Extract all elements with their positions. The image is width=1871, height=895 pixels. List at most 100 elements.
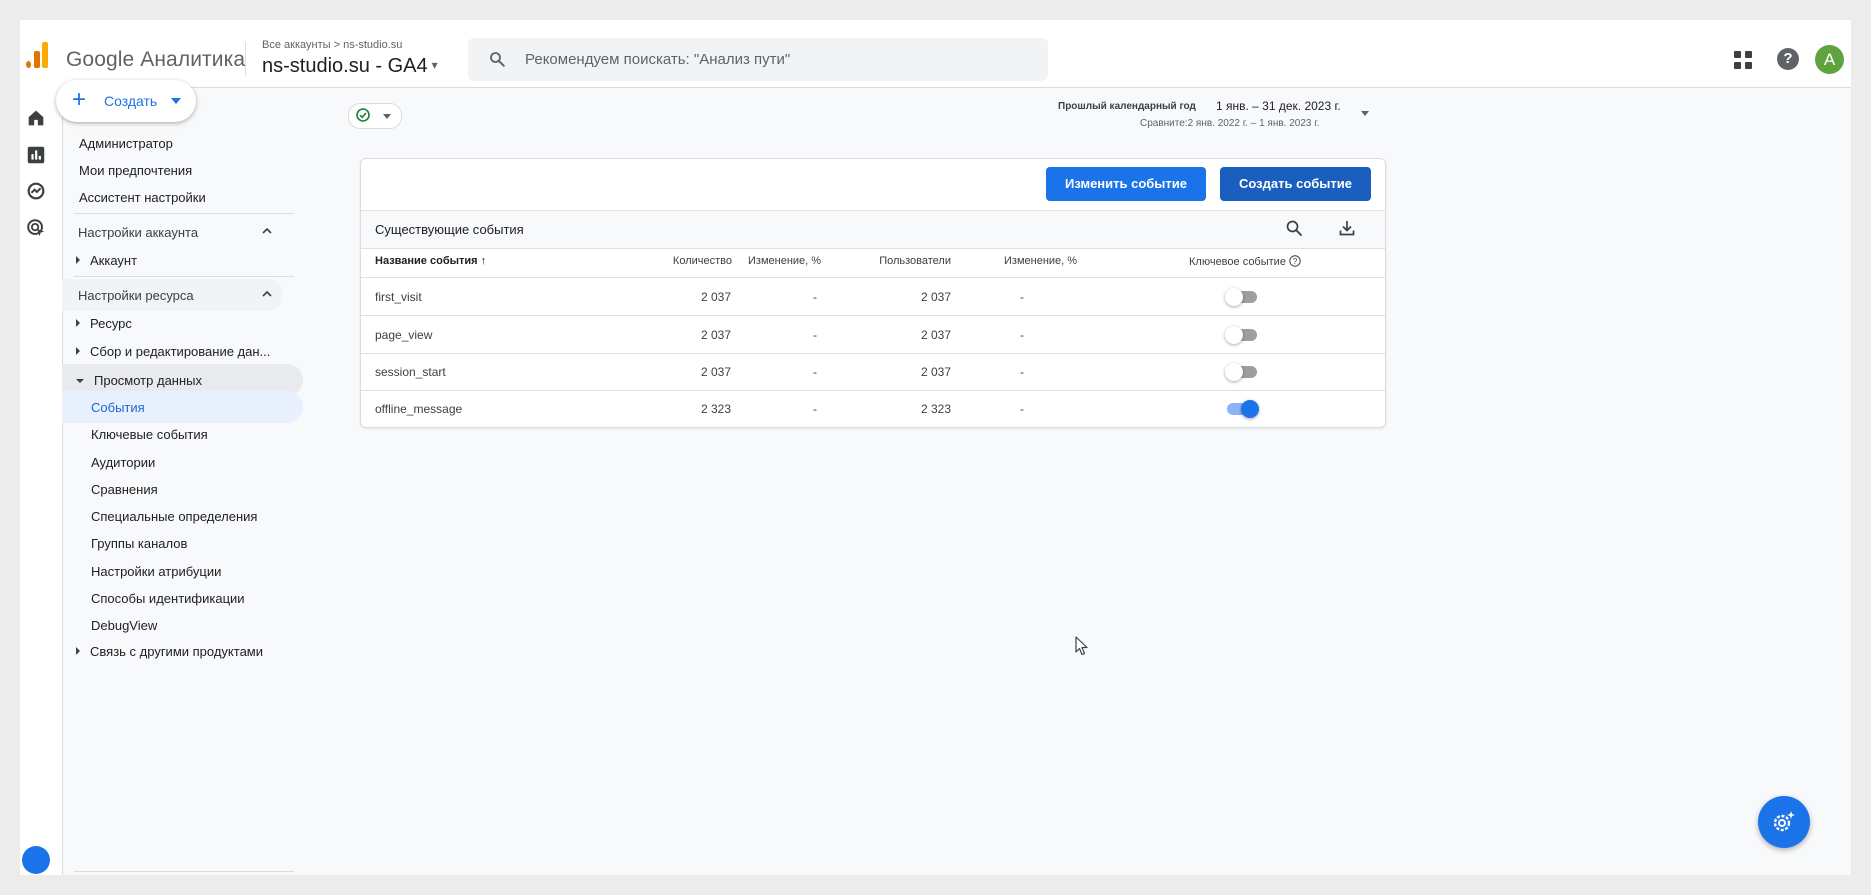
edit-event-button[interactable]: Изменить событие xyxy=(1046,167,1206,201)
sidebar-item-label: Специальные определения xyxy=(91,509,258,524)
sidebar-item-property[interactable]: Ресурс xyxy=(76,316,132,331)
key-event-toggle[interactable] xyxy=(1225,363,1257,381)
expand-arrow-icon xyxy=(76,347,80,355)
sidebar-divider xyxy=(74,213,294,214)
sidebar-divider xyxy=(74,871,294,872)
settings-shortcut-icon[interactable] xyxy=(22,846,50,874)
home-icon[interactable] xyxy=(25,107,47,129)
search-bar[interactable]: Рекомендуем поискать: "Анализ пути" xyxy=(468,38,1048,81)
column-header-key-event[interactable]: Ключевое событие ? xyxy=(1189,255,1301,268)
header-divider xyxy=(245,42,246,76)
sidebar-item-label: Сбор и редактирование дан... xyxy=(90,344,271,359)
property-selector[interactable]: ns-studio.su - GA4 ▾ xyxy=(262,55,438,78)
expand-arrow-icon xyxy=(76,319,80,327)
mouse-cursor-icon xyxy=(1075,636,1088,656)
brand-name: Google Аналитика xyxy=(66,48,246,71)
explore-icon[interactable] xyxy=(25,180,47,202)
breadcrumb[interactable]: Все аккаунты > ns-studio.su xyxy=(262,39,402,51)
reports-icon[interactable] xyxy=(25,144,47,166)
sidebar-item-label: Сравнения xyxy=(91,482,158,497)
column-header-count[interactable]: Количество xyxy=(642,255,732,267)
search-icon[interactable] xyxy=(1285,219,1303,237)
event-count-change: - xyxy=(813,328,817,342)
column-header-users-change[interactable]: Изменение, % xyxy=(1004,255,1077,267)
event-count: 2 037 xyxy=(700,290,731,304)
create-event-button[interactable]: Создать событие xyxy=(1220,167,1371,201)
app-window: Google Аналитика Все аккаунты > ns-studi… xyxy=(20,20,1851,875)
event-name[interactable]: first_visit xyxy=(375,290,422,304)
event-name[interactable]: session_start xyxy=(375,365,446,379)
insights-fab[interactable] xyxy=(1758,796,1810,848)
date-compare: Сравните:2 янв. 2022 г. – 1 янв. 2023 г. xyxy=(1140,118,1320,129)
table-row[interactable]: offline_message 2 323 - 2 323 - xyxy=(361,390,1385,427)
apps-grid-icon[interactable] xyxy=(1733,50,1753,70)
sidebar-section-property-settings[interactable]: Настройки ресурса xyxy=(62,279,283,311)
top-bar: Google Аналитика Все аккаунты > ns-studi… xyxy=(20,20,1851,88)
sidebar-item-product-links[interactable]: Связь с другими продуктами xyxy=(76,644,263,659)
event-name[interactable]: page_view xyxy=(375,328,432,342)
plus-icon: + xyxy=(72,86,87,113)
nav-rail xyxy=(20,87,63,875)
column-header-label: Название события xyxy=(375,255,478,267)
sidebar-item-account[interactable]: Аккаунт xyxy=(76,253,137,268)
sidebar-item-preferences[interactable]: Мои предпочтения xyxy=(79,163,192,178)
event-users: 2 037 xyxy=(920,328,951,342)
help-icon[interactable]: ? xyxy=(1777,48,1799,70)
sidebar-item-label: Группы каналов xyxy=(91,536,188,551)
event-users: 2 323 xyxy=(920,402,951,416)
event-count-change: - xyxy=(813,402,817,416)
advertising-icon[interactable] xyxy=(25,217,47,239)
svg-text:?: ? xyxy=(1293,257,1298,266)
event-count: 2 037 xyxy=(700,365,731,379)
event-count: 2 037 xyxy=(700,328,731,342)
toggle-knob xyxy=(1241,400,1259,418)
toggle-knob xyxy=(1225,363,1243,381)
help-circle-icon[interactable]: ? xyxy=(1289,255,1301,267)
key-event-toggle[interactable] xyxy=(1225,326,1257,344)
gear-sparkle-icon xyxy=(1773,811,1795,832)
sidebar-item-label: Аудитории xyxy=(91,455,156,470)
section-label: Настройки ресурса xyxy=(78,288,194,303)
sidebar-item-data-collection[interactable]: Сбор и редактирование дан... xyxy=(76,344,270,359)
download-icon[interactable] xyxy=(1338,219,1356,237)
events-table-header: Существующие события xyxy=(361,210,1385,249)
events-card: Изменить событие Создать событие Существ… xyxy=(360,158,1386,428)
sidebar-subitem-debugview[interactable]: DebugView xyxy=(62,609,303,641)
column-header-users[interactable]: Пользователи xyxy=(857,255,951,267)
event-users-change: - xyxy=(1020,365,1024,379)
date-preset-label[interactable]: Прошлый календарный год xyxy=(1058,101,1196,112)
breadcrumb-all-accounts[interactable]: Все аккаунты xyxy=(262,39,331,51)
expand-arrow-icon xyxy=(76,256,80,264)
table-title: Существующие события xyxy=(375,222,524,237)
column-header-count-change[interactable]: Изменение, % xyxy=(748,255,821,267)
event-count: 2 323 xyxy=(700,402,731,416)
table-row[interactable]: page_view 2 037 - 2 037 - xyxy=(361,316,1385,354)
avatar[interactable]: A xyxy=(1815,45,1844,74)
event-users-change: - xyxy=(1020,402,1024,416)
data-quality-chip[interactable] xyxy=(348,103,402,129)
check-circle-icon xyxy=(356,108,370,122)
table-row[interactable]: session_start 2 037 - 2 037 - xyxy=(361,353,1385,391)
event-count-change: - xyxy=(813,365,817,379)
key-event-toggle[interactable] xyxy=(1227,400,1259,418)
event-count-change: - xyxy=(813,290,817,304)
create-button-label: Создать xyxy=(104,93,158,109)
toggle-knob xyxy=(1225,288,1243,306)
key-event-toggle[interactable] xyxy=(1225,288,1257,306)
column-header-event-name[interactable]: Название события ↑ xyxy=(375,255,486,267)
event-users-change: - xyxy=(1020,328,1024,342)
sidebar-item-admin[interactable]: Администратор xyxy=(79,136,173,151)
chevron-up-icon xyxy=(262,290,272,297)
analytics-logo-icon[interactable] xyxy=(26,42,48,68)
event-name[interactable]: offline_message xyxy=(375,402,462,416)
table-row[interactable]: first_visit 2 037 - 2 037 - xyxy=(361,278,1385,316)
date-range-dropdown-icon[interactable] xyxy=(1361,111,1369,116)
sidebar-item-setup-assistant[interactable]: Ассистент настройки xyxy=(79,190,206,205)
sidebar-section-account-settings[interactable]: Настройки аккаунта xyxy=(62,216,283,248)
create-button[interactable]: + Создать xyxy=(56,80,196,122)
date-range[interactable]: 1 янв. – 31 дек. 2023 г. xyxy=(1216,99,1341,113)
chevron-up-icon xyxy=(262,227,272,234)
property-name: ns-studio.su - GA4 xyxy=(262,55,428,77)
breadcrumb-account[interactable]: ns-studio.su xyxy=(343,39,402,51)
event-users: 2 037 xyxy=(920,290,951,304)
